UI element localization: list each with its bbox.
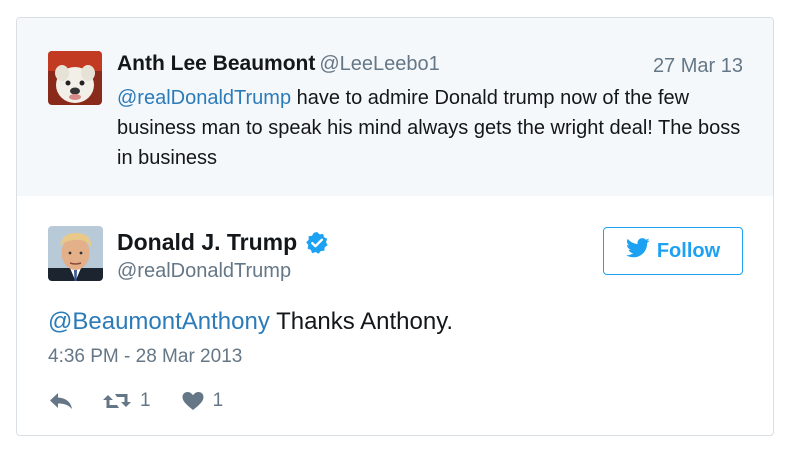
retweet-count: 1 bbox=[140, 390, 151, 411]
follow-label: Follow bbox=[656, 239, 721, 262]
reply-button[interactable] bbox=[48, 391, 74, 411]
retweet-button[interactable]: 1 bbox=[102, 390, 151, 412]
heart-icon bbox=[181, 391, 205, 411]
like-button[interactable]: 1 bbox=[181, 390, 224, 412]
follow-button[interactable]: Follow bbox=[603, 227, 743, 275]
reply-author-handle[interactable]: @LeeLeebo1 bbox=[319, 53, 439, 75]
reply-author-name[interactable]: Anth Lee Beaumont bbox=[117, 52, 315, 75]
tweet-author[interactable]: Donald J. Trump bbox=[117, 229, 329, 256]
tweet-body-text: Thanks Anthony. bbox=[269, 308, 454, 335]
verified-badge-icon bbox=[305, 231, 329, 255]
embedded-tweet-card: Anth Lee Beaumont @LeeLeebo1 27 Mar 13 @r… bbox=[16, 17, 774, 436]
tweet-author-name[interactable]: Donald J. Trump bbox=[117, 229, 297, 256]
avatar[interactable] bbox=[48, 51, 102, 105]
reply-date[interactable]: 27 Mar 13 bbox=[653, 55, 743, 78]
tweet-mention-link[interactable]: @BeaumontAnthony bbox=[48, 308, 270, 335]
reply-text: @realDonaldTrump have to admire Donald t… bbox=[117, 83, 747, 173]
tweet-text: @BeaumontAnthony Thanks Anthony. bbox=[48, 308, 453, 336]
tweet-timestamp[interactable]: 4:36 PM - 28 Mar 2013 bbox=[48, 346, 242, 368]
tweet-actions: 1 1 bbox=[48, 386, 223, 416]
in-reply-to-tweet[interactable]: Anth Lee Beaumont @LeeLeebo1 27 Mar 13 @r… bbox=[17, 18, 773, 196]
twitter-bird-icon bbox=[625, 238, 657, 264]
retweet-icon bbox=[102, 391, 132, 411]
reply-icon bbox=[48, 391, 74, 411]
reply-author[interactable]: Anth Lee Beaumont @LeeLeebo1 bbox=[117, 52, 440, 76]
tweet-author-handle[interactable]: @realDonaldTrump bbox=[117, 260, 291, 283]
avatar[interactable] bbox=[48, 226, 103, 281]
reply-mention-link[interactable]: @realDonaldTrump bbox=[117, 87, 291, 109]
like-count: 1 bbox=[212, 390, 224, 411]
